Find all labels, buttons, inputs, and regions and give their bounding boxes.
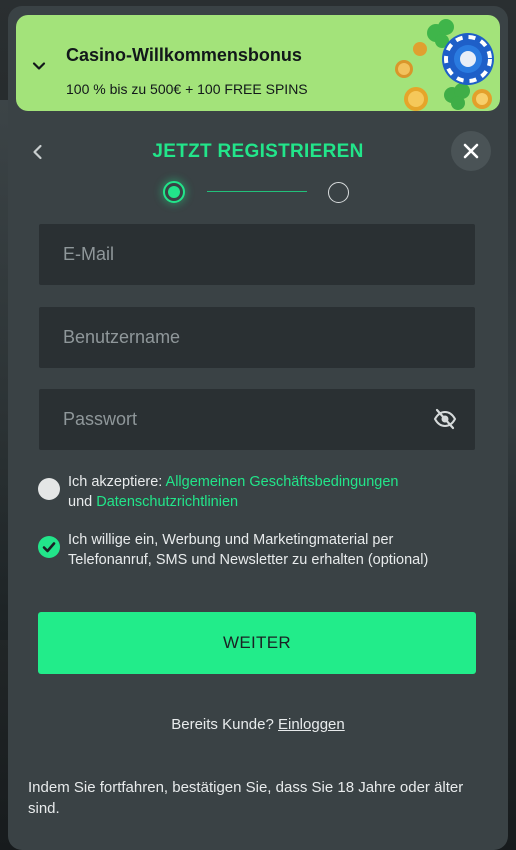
login-link[interactable]: Einloggen [278,716,345,733]
username-field-wrapper [39,307,475,368]
bonus-title: Casino-Willkommensbonus [66,45,302,65]
welcome-bonus-banner[interactable]: Casino-Willkommensbonus 100 % bis zu 500… [16,15,500,111]
username-field[interactable] [39,307,475,368]
terms-prefix: Ich akzeptiere: [68,474,166,490]
terms-checkbox[interactable] [38,478,60,500]
login-prompt: Bereits Kunde? Einloggen [8,716,508,733]
casino-chips-coins-icon [395,19,494,111]
step-connector [207,191,307,192]
registration-modal: Casino-Willkommensbonus 100 % bis zu 500… [8,6,508,850]
terms-consent-text: Ich akzeptiere: Allgemeinen Geschäftsbed… [68,472,473,512]
terms-middle: und [68,494,97,510]
password-visibility-toggle[interactable] [433,407,457,431]
chevron-down-icon[interactable] [32,59,46,73]
marketing-consent-text: Ich willige ein, Werbung und Marketingma… [68,532,429,568]
marketing-checkbox[interactable] [38,536,60,558]
email-field[interactable] [39,224,475,285]
page-title: JETZT REGISTRIEREN [152,141,364,162]
step-indicator-inactive [328,182,349,203]
continue-button[interactable]: WEITER [38,612,476,674]
terms-link[interactable]: Allgemeinen Geschäftsbedingungen [166,474,399,490]
close-button[interactable] [451,131,491,171]
email-field-wrapper [39,224,475,285]
close-icon [463,143,479,159]
age-confirmation-note: Indem Sie fortfahren, bestätigen Sie, da… [28,779,464,817]
privacy-link[interactable]: Datenschutzrichtlinien [96,494,238,510]
eye-off-icon [433,408,457,430]
checkmark-icon [42,542,56,553]
step-indicator-active [163,181,185,203]
password-field[interactable] [39,389,475,450]
login-prompt-text: Bereits Kunde? [171,716,278,733]
password-field-wrapper [39,389,475,450]
bonus-subtitle: 100 % bis zu 500€ + 100 FREE SPINS [66,81,308,97]
